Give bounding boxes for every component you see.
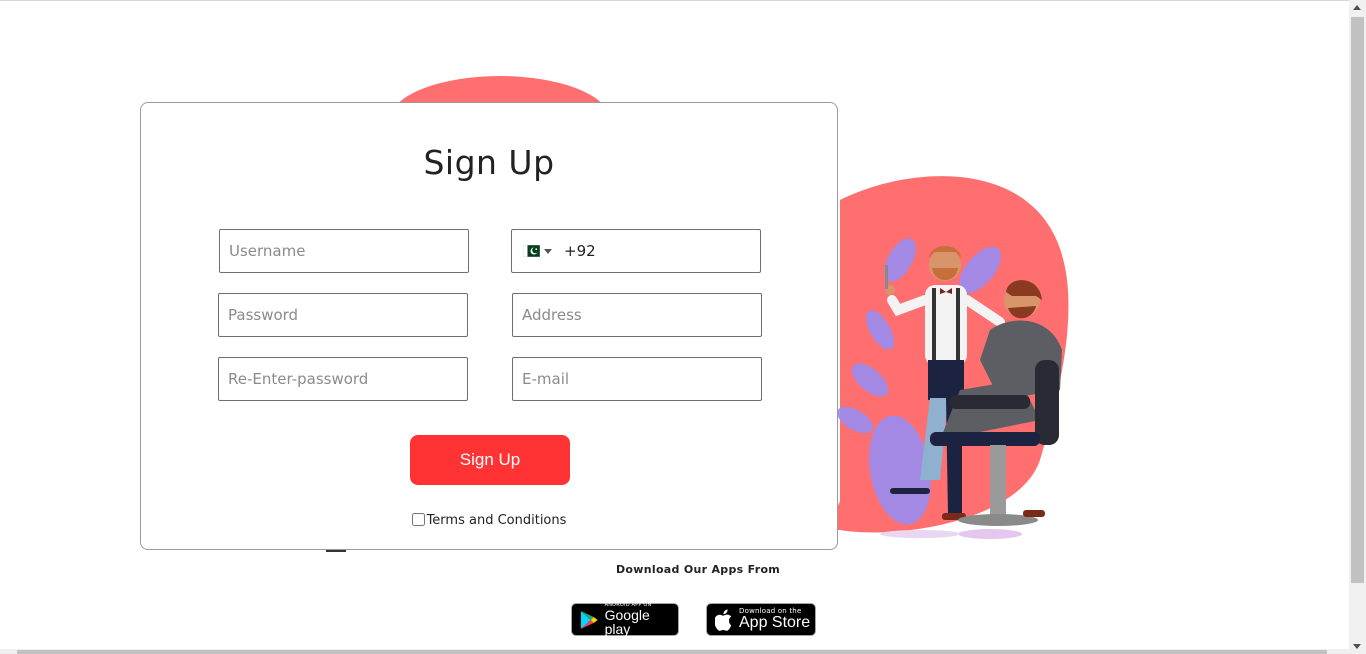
phone-input[interactable] xyxy=(564,231,754,271)
password-input[interactable] xyxy=(218,293,468,337)
vertical-scroll-thumb[interactable] xyxy=(1351,17,1364,583)
horizontal-scroll-thumb[interactable] xyxy=(17,650,1327,654)
caret-down-icon xyxy=(544,248,552,254)
username-input[interactable] xyxy=(219,229,469,273)
horizontal-scrollbar[interactable] xyxy=(0,649,1349,654)
top-border xyxy=(0,0,1366,1)
email-input[interactable] xyxy=(512,357,762,401)
terms-checkbox[interactable] xyxy=(411,513,425,526)
app-store-badge[interactable]: Download on the App Store xyxy=(706,603,816,636)
country-selector[interactable] xyxy=(513,231,557,271)
terms-row: Terms and Conditions xyxy=(141,513,837,528)
signup-card: Sign Up Sign Up Terms and Conditions xyxy=(140,102,838,550)
scroll-up-arrow-icon[interactable] xyxy=(1353,5,1361,10)
scroll-down-arrow-icon[interactable] xyxy=(1353,644,1361,649)
app-store-big-text: App Store xyxy=(739,614,811,631)
phone-field xyxy=(511,229,761,273)
apple-icon xyxy=(715,609,732,631)
reenter-password-input[interactable] xyxy=(218,357,468,401)
address-input[interactable] xyxy=(512,293,762,337)
vertical-scrollbar[interactable] xyxy=(1349,0,1366,654)
download-apps-label: Download Our Apps From xyxy=(616,563,781,576)
sign-up-button[interactable]: Sign Up xyxy=(410,435,570,485)
google-play-icon xyxy=(580,610,598,629)
pakistan-flag-icon xyxy=(523,245,540,257)
terms-label[interactable]: Terms and Conditions xyxy=(427,513,567,528)
google-play-badge[interactable]: Android App on Google play xyxy=(571,603,679,636)
page-title: Sign Up xyxy=(423,143,555,182)
google-play-big-text: Google play xyxy=(604,607,650,637)
